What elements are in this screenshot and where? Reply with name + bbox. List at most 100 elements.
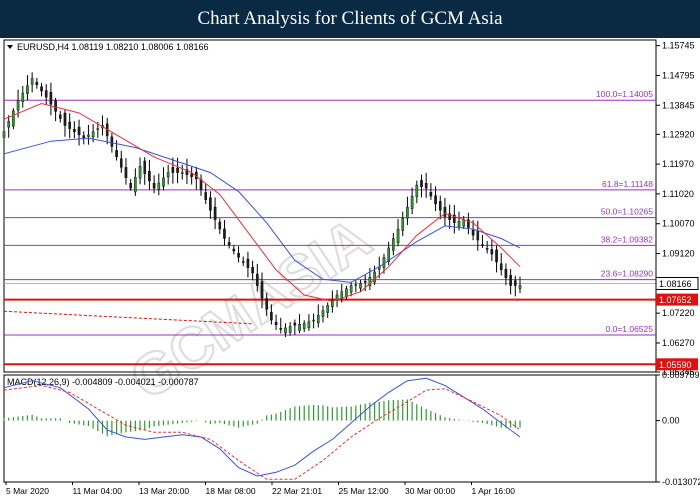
bull-candle[interactable] — [396, 228, 400, 244]
bull-candle[interactable] — [401, 217, 405, 231]
bear-candle[interactable] — [82, 135, 86, 139]
bull-candle[interactable] — [134, 177, 137, 193]
bear-candle[interactable] — [77, 126, 81, 136]
bear-candle[interactable] — [119, 158, 123, 168]
bear-candle[interactable] — [485, 248, 489, 250]
bear-candle[interactable] — [274, 321, 278, 325]
bear-candle[interactable] — [514, 280, 517, 286]
bull-candle[interactable] — [26, 85, 29, 94]
fib-level-label: 38.2=1.09382 — [601, 234, 654, 244]
bear-candle[interactable] — [260, 281, 264, 299]
bull-candle[interactable] — [457, 221, 461, 227]
bear-candle[interactable] — [73, 129, 76, 132]
bear-candle[interactable] — [424, 183, 428, 189]
bull-candle[interactable] — [180, 172, 184, 174]
bull-candle[interactable] — [162, 177, 165, 187]
bear-candle[interactable] — [270, 311, 273, 321]
bull-candle[interactable] — [462, 219, 466, 227]
bull-candle[interactable] — [138, 166, 142, 179]
bull-candle[interactable] — [21, 92, 25, 102]
bull-candle[interactable] — [349, 285, 353, 293]
bull-candle[interactable] — [91, 131, 95, 138]
bear-candle[interactable] — [49, 91, 53, 105]
bear-candle[interactable] — [471, 229, 475, 236]
bear-candle[interactable] — [68, 121, 71, 129]
bull-candle[interactable] — [518, 285, 522, 289]
bear-candle[interactable] — [265, 298, 268, 310]
bear-candle[interactable] — [218, 221, 222, 230]
bull-candle[interactable] — [307, 321, 311, 329]
bear-candle[interactable] — [363, 281, 367, 283]
bear-candle[interactable] — [476, 230, 480, 241]
bull-candle[interactable] — [406, 206, 409, 219]
bull-candle[interactable] — [2, 131, 6, 138]
bull-candle[interactable] — [392, 238, 395, 251]
bull-candle[interactable] — [312, 319, 315, 322]
bull-candle[interactable] — [326, 305, 329, 313]
bear-candle[interactable] — [204, 192, 208, 200]
bear-candle[interactable] — [443, 206, 447, 217]
bear-candle[interactable] — [429, 192, 433, 197]
bear-candle[interactable] — [40, 86, 43, 92]
bear-candle[interactable] — [63, 112, 67, 126]
bear-candle[interactable] — [171, 167, 175, 173]
bear-candle[interactable] — [44, 90, 48, 98]
bull-candle[interactable] — [415, 184, 419, 197]
bull-candle[interactable] — [16, 100, 20, 111]
bear-candle[interactable] — [124, 167, 128, 179]
bull-candle[interactable] — [316, 315, 320, 324]
bull-candle[interactable] — [382, 257, 386, 268]
bull-candle[interactable] — [321, 310, 325, 317]
bear-candle[interactable] — [115, 150, 118, 158]
bear-candle[interactable] — [35, 81, 39, 85]
bear-candle[interactable] — [232, 248, 236, 252]
bull-candle[interactable] — [302, 323, 306, 329]
bull-candle[interactable] — [30, 78, 34, 85]
bear-candle[interactable] — [481, 244, 484, 246]
bull-candle[interactable] — [373, 271, 376, 283]
bear-candle[interactable] — [143, 160, 147, 174]
bear-candle[interactable] — [434, 195, 437, 205]
bear-candle[interactable] — [279, 328, 283, 330]
bull-candle[interactable] — [298, 324, 301, 331]
bear-candle[interactable] — [54, 100, 57, 112]
bull-candle[interactable] — [87, 134, 90, 137]
bull-candle[interactable] — [157, 182, 161, 190]
bear-candle[interactable] — [251, 266, 254, 274]
bear-candle[interactable] — [58, 114, 62, 119]
bear-candle[interactable] — [504, 268, 508, 278]
time-tick-label: 13 Mar 20:00 — [139, 486, 189, 496]
bull-candle[interactable] — [410, 195, 414, 209]
bear-candle[interactable] — [509, 275, 512, 286]
bear-candle[interactable] — [129, 183, 132, 189]
bear-candle[interactable] — [227, 242, 231, 245]
bull-candle[interactable] — [284, 327, 287, 334]
bear-candle[interactable] — [190, 173, 193, 177]
bull-candle[interactable] — [359, 283, 362, 289]
bear-candle[interactable] — [246, 258, 250, 268]
bear-candle[interactable] — [209, 197, 212, 211]
bear-candle[interactable] — [293, 322, 297, 326]
bear-candle[interactable] — [256, 273, 259, 286]
bull-candle[interactable] — [354, 284, 358, 286]
bull-candle[interactable] — [12, 110, 15, 127]
bear-candle[interactable] — [241, 261, 245, 263]
bear-candle[interactable] — [148, 170, 151, 182]
bear-candle[interactable] — [438, 201, 442, 211]
bull-candle[interactable] — [7, 121, 10, 128]
bear-candle[interactable] — [152, 183, 156, 189]
bear-candle[interactable] — [176, 167, 179, 173]
bear-candle[interactable] — [499, 263, 503, 271]
bear-candle[interactable] — [213, 206, 217, 220]
bear-candle[interactable] — [237, 253, 240, 258]
bull-candle[interactable] — [288, 326, 292, 333]
trading-chart[interactable]: EURUSD,H4 1.08119 1.08210 1.08006 1.0816… — [0, 38, 700, 500]
bear-candle[interactable] — [490, 249, 494, 255]
macd-tick-label: 0.00 — [662, 416, 680, 426]
bear-candle[interactable] — [420, 180, 423, 187]
bull-candle[interactable] — [96, 128, 100, 130]
bear-candle[interactable] — [223, 228, 226, 239]
bull-candle[interactable] — [166, 172, 170, 178]
bear-candle[interactable] — [110, 136, 114, 147]
bear-candle[interactable] — [495, 249, 498, 263]
